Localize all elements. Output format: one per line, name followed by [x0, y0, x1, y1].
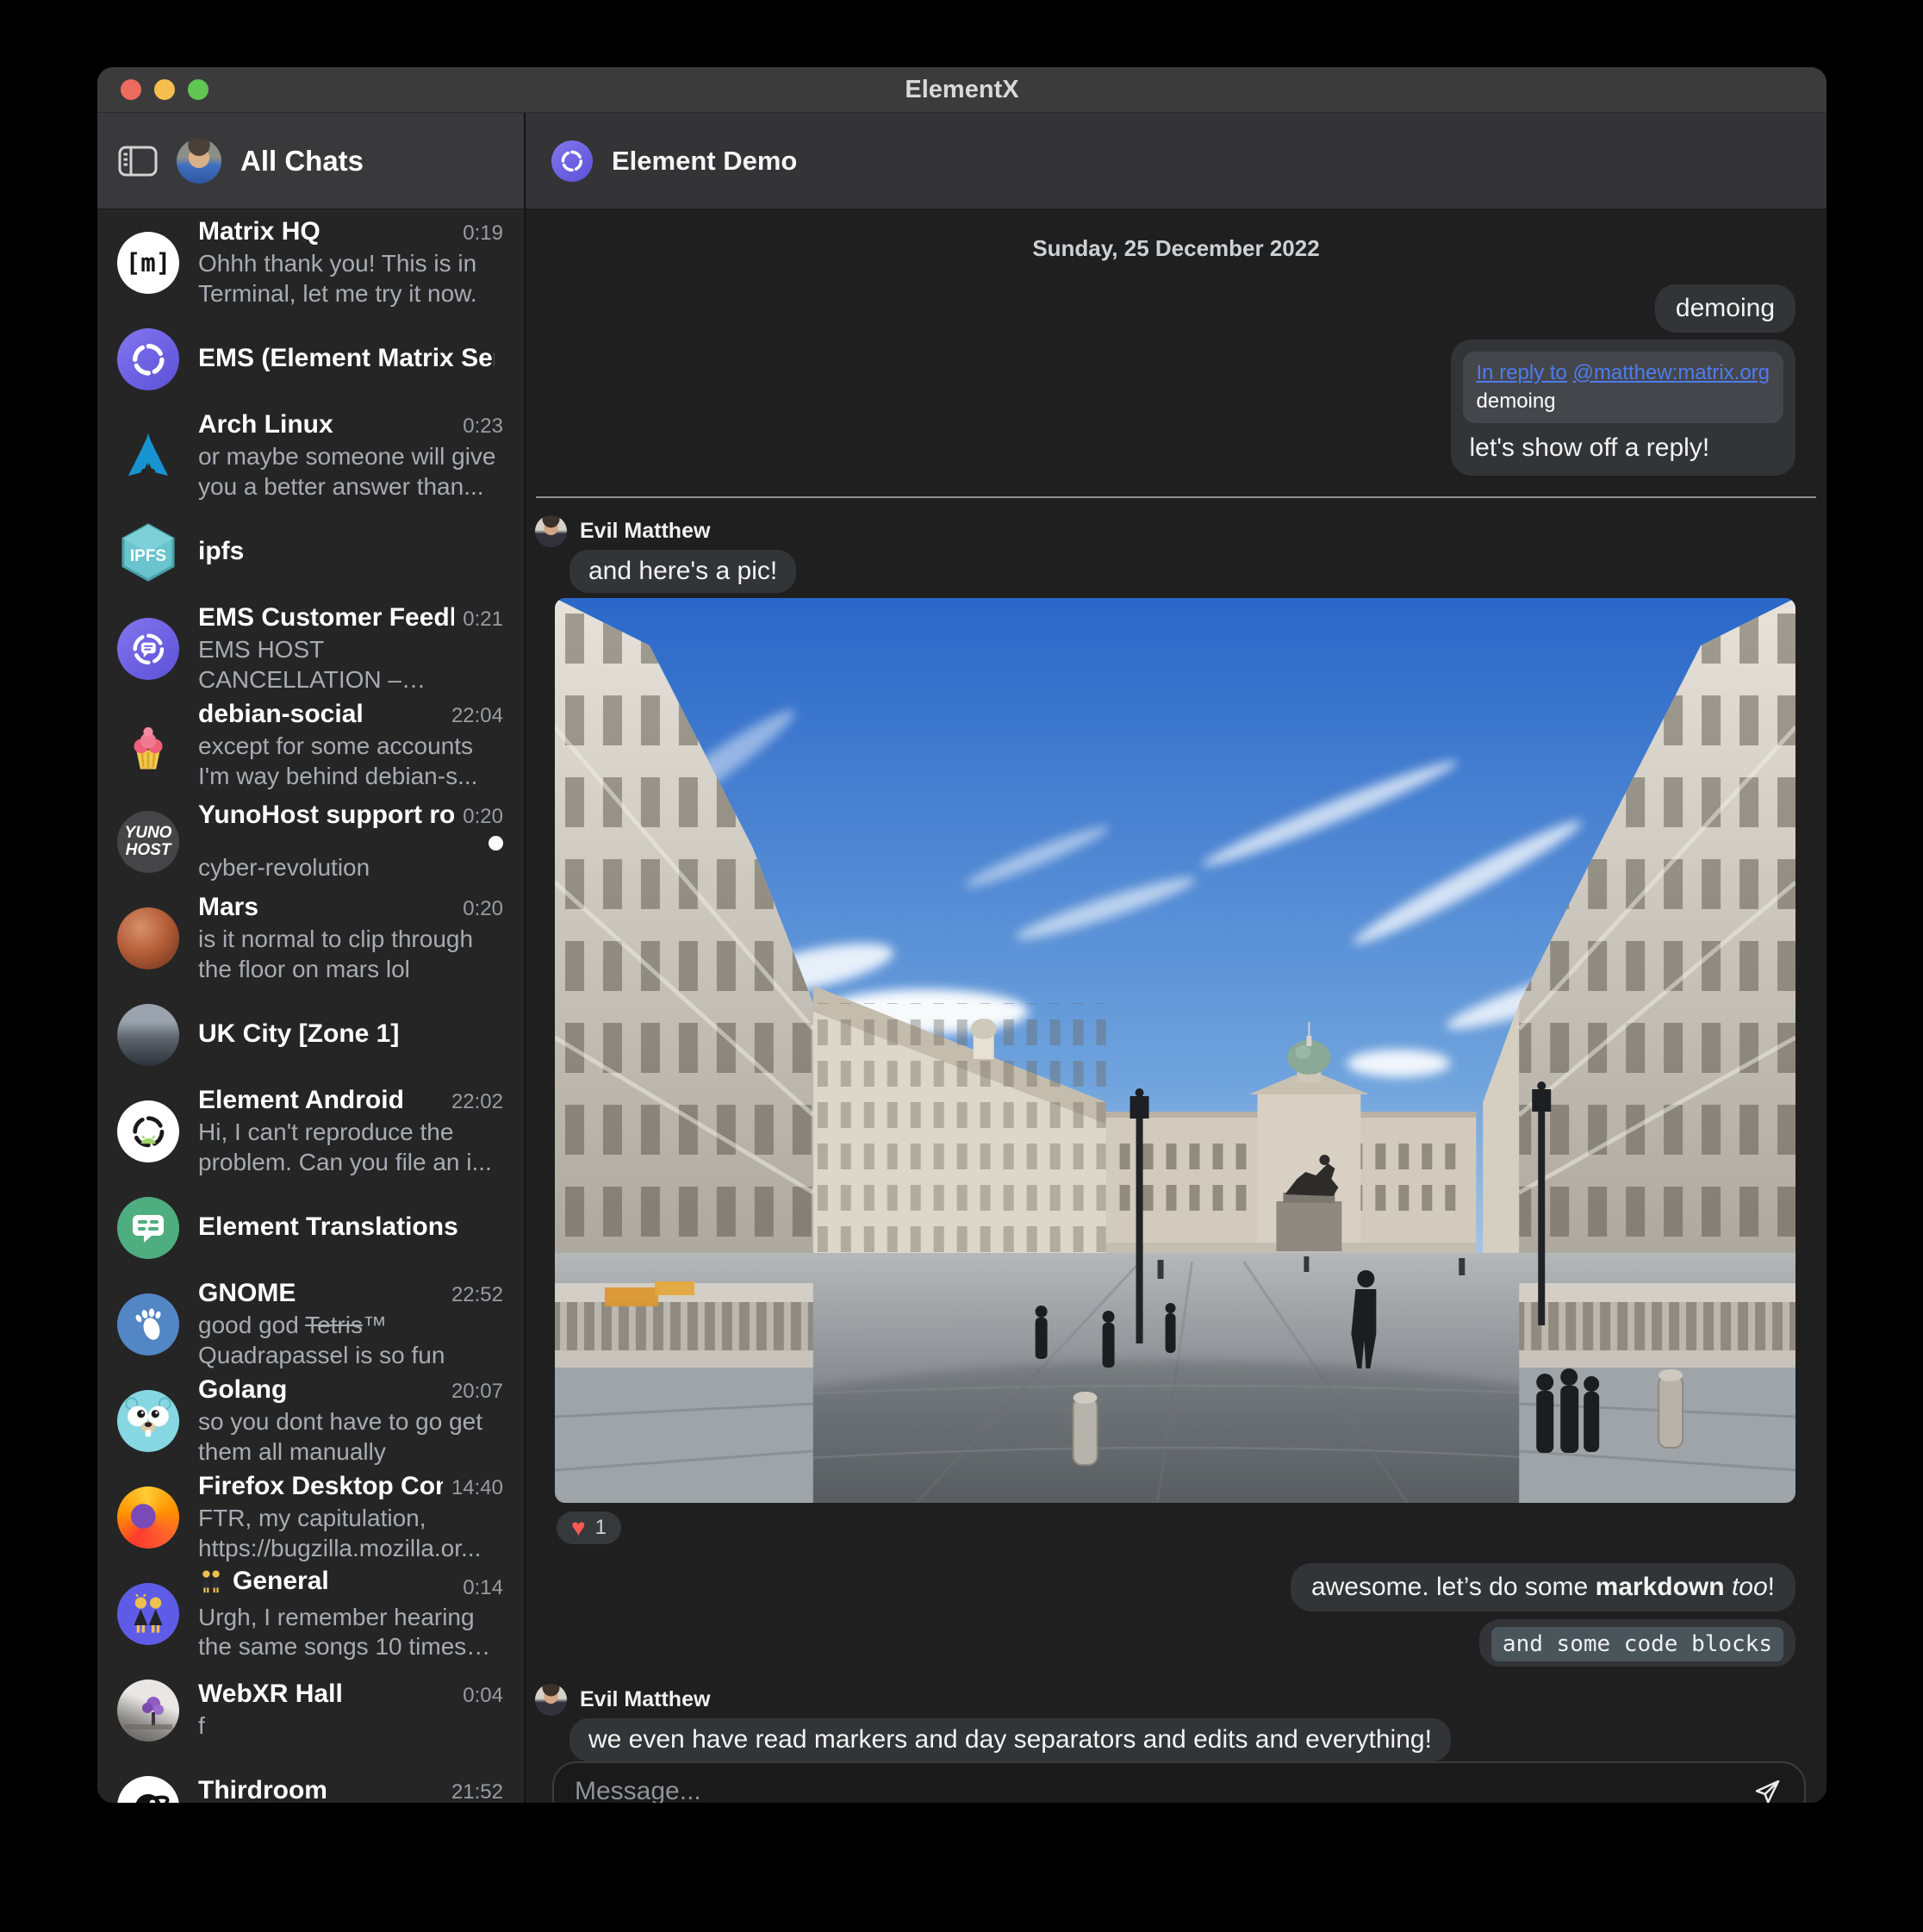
- dancers-avatar-icon: [117, 1583, 179, 1645]
- firefox-logo-icon: [117, 1486, 179, 1549]
- message-photo[interactable]: [555, 598, 1795, 1503]
- incoming-message-group: Evil Matthew we even have read markers a…: [535, 1684, 1795, 1761]
- room-item-arch-linux[interactable]: Arch Linux 0:23 or maybe someone will gi…: [97, 408, 524, 504]
- quoted-text: demoing: [1477, 389, 1770, 414]
- yunohost-logo-icon: YUNOHOST: [117, 811, 179, 873]
- element-feedback-logo-icon: [117, 618, 179, 680]
- room-item-webxr-hall[interactable]: WebXR Hall 0:04 f: [97, 1662, 524, 1759]
- outgoing-markdown-message[interactable]: awesome. let’s do some markdown too!: [1291, 1563, 1795, 1611]
- chat-panel: Element Demo Sunday, 25 December 2022 de…: [526, 113, 1827, 1803]
- room-item-mars[interactable]: Mars 0:20 is it normal to clip through t…: [97, 890, 524, 987]
- user-avatar[interactable]: [177, 139, 221, 184]
- room-timestamp: 0:19: [463, 221, 503, 246]
- ipfs-logo-icon: IPFS: [117, 521, 179, 583]
- room-item-ems[interactable]: EMS (Element Matrix Servi...: [97, 311, 524, 408]
- room-item-ipfs[interactable]: IPFS ipfs: [97, 504, 524, 601]
- webxr-room-avatar: [117, 1680, 179, 1742]
- room-item-firefox[interactable]: Firefox Desktop Comm... 14:40 FTR, my ca…: [97, 1469, 524, 1566]
- city-photo-avatar: [117, 1004, 179, 1066]
- minimize-button[interactable]: [154, 79, 175, 100]
- sidebar: All Chats [m] Matrix HQ 0:19 Ohhh thank …: [97, 113, 526, 1803]
- read-marker-line: [536, 496, 1816, 498]
- room-preview: Ohhh thank you! This is in Terminal, let…: [198, 249, 503, 308]
- room-item-gnome[interactable]: GNOME 22:52 good god Tetris™ Quadrapasse…: [97, 1276, 524, 1373]
- sender-name: Evil Matthew: [580, 519, 710, 544]
- red-heart-reaction-icon: ♥: [571, 1516, 586, 1540]
- arch-linux-logo-icon: [117, 425, 179, 487]
- element-logo-icon: [117, 328, 179, 390]
- thirdroom-planet-logo-icon: [117, 1776, 179, 1803]
- room-title: Element Demo: [612, 146, 797, 177]
- element-room-logo-icon: [551, 140, 593, 182]
- reaction-pill[interactable]: ♥ 1: [557, 1511, 621, 1544]
- reply-quote[interactable]: In reply to @matthew:matrix.org demoing: [1463, 352, 1783, 423]
- room-item-matrix-hq[interactable]: [m] Matrix HQ 0:19 Ohhh thank you! This …: [97, 215, 524, 311]
- send-button[interactable]: [1749, 1773, 1785, 1803]
- room-item-thirdroom[interactable]: Thirdroom 21:52 > <@rek2:hispagatos.org>: [97, 1759, 524, 1803]
- window-title: ElementX: [905, 76, 1018, 104]
- app-window: ElementX All Chats [m] Matrix HQ 0:1: [97, 67, 1827, 1803]
- room-item-debian-social[interactable]: debian-social 22:04 except for some acco…: [97, 697, 524, 794]
- inline-code: and some code blocks: [1491, 1627, 1783, 1661]
- room-item-ems-customer-feedback[interactable]: EMS Customer Feedbac... 0:21 EMS HOST CA…: [97, 601, 524, 697]
- dancers-emoji-icon: [198, 1568, 224, 1594]
- incoming-message-group: Evil Matthew and here's a pic!: [535, 515, 1795, 593]
- window-titlebar[interactable]: ElementX: [97, 67, 1827, 113]
- unread-badge: [489, 836, 503, 851]
- outgoing-code-message[interactable]: and some code blocks: [1479, 1619, 1795, 1667]
- room-item-element-translations[interactable]: Element Translations: [97, 1180, 524, 1276]
- matrix-logo-icon: [m]: [117, 232, 179, 294]
- sender-avatar[interactable]: [535, 515, 567, 547]
- sidebar-toggle-icon[interactable]: [118, 146, 158, 177]
- incoming-message[interactable]: and here's a pic!: [569, 550, 796, 593]
- message-input[interactable]: [573, 1776, 1737, 1803]
- outgoing-message[interactable]: demoing: [1655, 284, 1795, 333]
- room-name: Matrix HQ: [198, 217, 320, 246]
- gnome-foot-logo-icon: [117, 1293, 179, 1356]
- outgoing-reply-message[interactable]: In reply to @matthew:matrix.org demoing …: [1451, 340, 1795, 477]
- room-item-uk-city[interactable]: UK City [Zone 1]: [97, 987, 524, 1083]
- mars-planet-icon: [117, 907, 179, 969]
- sidebar-title: All Chats: [240, 145, 364, 178]
- traffic-lights: [121, 67, 208, 112]
- room-item-general[interactable]: General 0:14 Urgh, I remember hearing th…: [97, 1566, 524, 1662]
- sender-avatar[interactable]: [535, 1684, 567, 1716]
- element-android-logo-icon: [117, 1100, 179, 1162]
- translations-speech-bubble-icon: [117, 1197, 179, 1259]
- date-separator: Sunday, 25 December 2022: [526, 235, 1827, 262]
- svg-text:IPFS: IPFS: [130, 547, 166, 565]
- go-gopher-icon: [117, 1390, 179, 1452]
- room-header[interactable]: Element Demo: [526, 113, 1827, 209]
- room-name: EMS (Element Matrix Servi...: [198, 344, 495, 373]
- in-reply-to-link[interactable]: In reply to: [1477, 361, 1567, 384]
- room-list[interactable]: [m] Matrix HQ 0:19 Ohhh thank you! This …: [97, 209, 524, 1803]
- cupcake-icon: [117, 714, 179, 776]
- room-item-yunohost[interactable]: YUNOHOST YunoHost support roo... 0:20 cy…: [97, 794, 524, 890]
- room-item-element-android[interactable]: Element Android 22:02 Hi, I can't reprod…: [97, 1083, 524, 1180]
- message-timeline[interactable]: Sunday, 25 December 2022 demoing In repl…: [526, 209, 1827, 1803]
- message-composer: [552, 1761, 1806, 1803]
- zoom-button[interactable]: [188, 79, 208, 100]
- room-item-golang[interactable]: Golang 20:07 so you dont have to go get …: [97, 1373, 524, 1469]
- replied-user-link[interactable]: @matthew:matrix.org: [1573, 361, 1770, 384]
- sender-name: Evil Matthew: [580, 1687, 710, 1712]
- incoming-message[interactable]: we even have read markers and day separa…: [569, 1718, 1451, 1761]
- reaction-count: 1: [595, 1516, 607, 1540]
- close-button[interactable]: [121, 79, 141, 100]
- sidebar-header: All Chats: [97, 113, 524, 209]
